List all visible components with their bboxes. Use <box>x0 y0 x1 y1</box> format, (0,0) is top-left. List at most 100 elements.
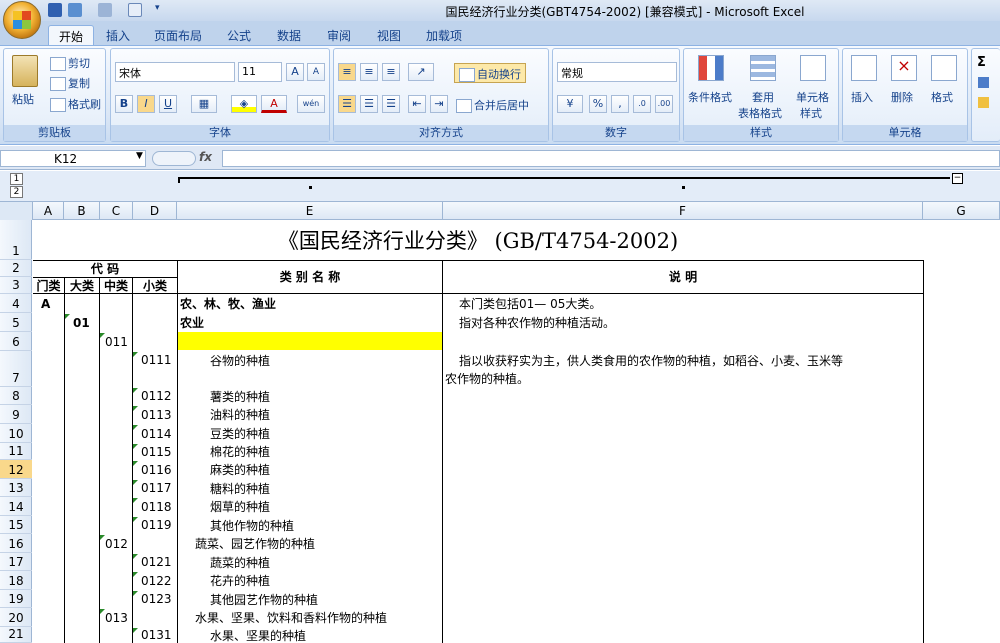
delete-cells-button[interactable]: 删除 <box>891 89 913 105</box>
tab-data[interactable]: 数据 <box>267 25 311 45</box>
cell-a4[interactable]: A <box>41 294 50 313</box>
column-header-a[interactable]: A <box>33 202 64 220</box>
format-painter-button[interactable]: 格式刷 <box>50 96 101 112</box>
tab-addins[interactable]: 加载项 <box>416 25 472 45</box>
font-color-button[interactable]: A <box>261 95 287 113</box>
cell-d14[interactable]: 0118 <box>141 497 172 516</box>
cell-e21[interactable]: 水果、坚果的种植 <box>210 627 306 643</box>
cell-styles-line2[interactable]: 样式 <box>800 105 822 121</box>
decrease-indent-icon[interactable]: ⇤ <box>408 95 426 113</box>
cell-e18[interactable]: 花卉的种植 <box>210 571 270 590</box>
row-header[interactable]: 5 <box>0 313 32 332</box>
cell-e20[interactable]: 水果、坚果、饮料和香料作物的种植 <box>195 608 387 627</box>
cell-c6[interactable]: 011 <box>105 332 128 351</box>
row-header[interactable]: 21 <box>0 627 32 643</box>
cell-f7-line2[interactable]: 农作物的种植。 <box>445 369 529 387</box>
comma-button[interactable]: , <box>611 95 629 113</box>
font-size-select[interactable]: 11 <box>238 62 282 82</box>
office-button[interactable] <box>3 1 41 39</box>
fill-color-icon[interactable]: ◈ <box>231 95 257 113</box>
row-header[interactable]: 13 <box>0 479 32 497</box>
cell-e8[interactable]: 薯类的种植 <box>210 387 270 405</box>
cell-e15[interactable]: 其他作物的种植 <box>210 516 294 534</box>
cell-c20[interactable]: 013 <box>105 608 128 627</box>
cell-c16[interactable]: 012 <box>105 534 128 553</box>
format-cells-button[interactable]: 格式 <box>931 89 953 105</box>
name-box-dropdown-icon[interactable]: ▼ <box>136 151 143 161</box>
cell-d13[interactable]: 0117 <box>141 479 172 497</box>
column-header-f[interactable]: F <box>443 202 923 220</box>
merge-center-button[interactable]: 合并后居中 <box>456 97 529 113</box>
cell-e5[interactable]: 农业 <box>180 313 204 332</box>
row-header[interactable]: 10 <box>0 424 32 443</box>
align-bottom-icon[interactable]: ≡ <box>382 63 400 81</box>
name-box[interactable]: K12 <box>0 150 146 167</box>
conditional-format-button[interactable]: 条件格式 <box>688 89 732 105</box>
font-name-select[interactable]: 宋体 <box>115 62 235 82</box>
formula-input[interactable] <box>222 150 1000 167</box>
percent-button[interactable]: % <box>589 95 607 113</box>
cell-e14[interactable]: 烟草的种植 <box>210 497 270 516</box>
align-middle-icon[interactable]: ≡ <box>360 63 378 81</box>
increase-indent-icon[interactable]: ⇥ <box>430 95 448 113</box>
row-header[interactable]: 6 <box>0 332 32 351</box>
increase-decimal-icon[interactable]: .0 <box>633 95 651 113</box>
cell-e16[interactable]: 蔬菜、园艺作物的种植 <box>195 534 315 553</box>
column-header-g[interactable]: G <box>923 202 1000 220</box>
autosum-icon[interactable]: Σ <box>977 55 986 70</box>
cell-e19[interactable]: 其他园艺作物的种植 <box>210 590 318 608</box>
align-top-icon[interactable]: ≡ <box>338 63 356 81</box>
cell-e12[interactable]: 麻类的种植 <box>210 460 270 479</box>
row-header[interactable]: 16 <box>0 534 32 553</box>
tab-home[interactable]: 开始 <box>48 25 95 45</box>
cut-button[interactable]: 剪切 <box>50 55 90 71</box>
row-header-selected[interactable]: 12 <box>0 460 32 479</box>
borders-icon[interactable]: ▦ <box>191 95 217 113</box>
cell-e4[interactable]: 农、林、牧、渔业 <box>180 294 276 313</box>
row-header[interactable]: 2 <box>0 260 32 277</box>
column-header-e[interactable]: E <box>177 202 443 220</box>
cell-f5[interactable]: 指对各种农作物的种植活动。 <box>459 313 615 332</box>
column-header-c[interactable]: C <box>100 202 133 220</box>
row-header[interactable]: 3 <box>0 277 32 294</box>
paste-button[interactable]: 粘贴 <box>12 91 34 107</box>
row-header[interactable]: 20 <box>0 608 32 627</box>
shrink-font-icon[interactable]: A <box>307 63 325 81</box>
worksheet-grid[interactable]: 《国民经济行业分类》 (GB/T4754-2002) 代 码 类 别 名 称 说… <box>33 220 1000 643</box>
cell-e17[interactable]: 蔬菜的种植 <box>210 553 270 571</box>
column-header-d[interactable]: D <box>133 202 177 220</box>
cell-f4[interactable]: 本门类包括01— 05大类。 <box>459 294 601 313</box>
cell-e13[interactable]: 糖料的种植 <box>210 479 270 497</box>
insert-function-button[interactable]: fx <box>199 150 212 164</box>
currency-icon[interactable]: ¥ <box>557 95 583 113</box>
row-header[interactable]: 1 <box>0 220 32 260</box>
row-header[interactable]: 7 <box>0 351 32 387</box>
fill-icon[interactable] <box>978 77 989 88</box>
cell-d10[interactable]: 0114 <box>141 424 172 443</box>
phonetic-guide-button[interactable]: wén <box>297 95 325 113</box>
tab-view[interactable]: 视图 <box>367 25 411 45</box>
grow-font-icon[interactable]: A <box>286 63 304 81</box>
cell-e11[interactable]: 棉花的种植 <box>210 443 270 460</box>
format-as-table-line2[interactable]: 表格格式 <box>738 105 782 121</box>
clear-icon[interactable] <box>978 97 989 108</box>
column-header-b[interactable]: B <box>64 202 100 220</box>
row-header[interactable]: 17 <box>0 553 32 571</box>
orientation-icon[interactable]: ↗ <box>408 63 434 81</box>
row-header[interactable]: 4 <box>0 294 32 313</box>
underline-button[interactable]: U <box>159 95 177 113</box>
cell-e9[interactable]: 油料的种植 <box>210 405 270 424</box>
cell-d9[interactable]: 0113 <box>141 405 172 424</box>
highlighted-cell-e6[interactable] <box>178 332 442 350</box>
cell-d21[interactable]: 0131 <box>141 627 172 643</box>
outline-level-1-button[interactable]: 1 <box>10 173 23 185</box>
copy-button[interactable]: 复制 <box>50 75 90 91</box>
bold-button[interactable]: B <box>115 95 133 113</box>
cell-d19[interactable]: 0123 <box>141 590 172 608</box>
cell-d7[interactable]: 0111 <box>141 351 172 369</box>
row-header[interactable]: 15 <box>0 516 32 534</box>
align-right-icon[interactable]: ☰ <box>382 95 400 113</box>
cell-f7-line1[interactable]: 指以收获籽实为主，供人类食用的农作物的种植，如稻谷、小麦、玉米等 <box>459 351 843 369</box>
cell-d17[interactable]: 0121 <box>141 553 172 571</box>
row-header[interactable]: 11 <box>0 443 32 460</box>
